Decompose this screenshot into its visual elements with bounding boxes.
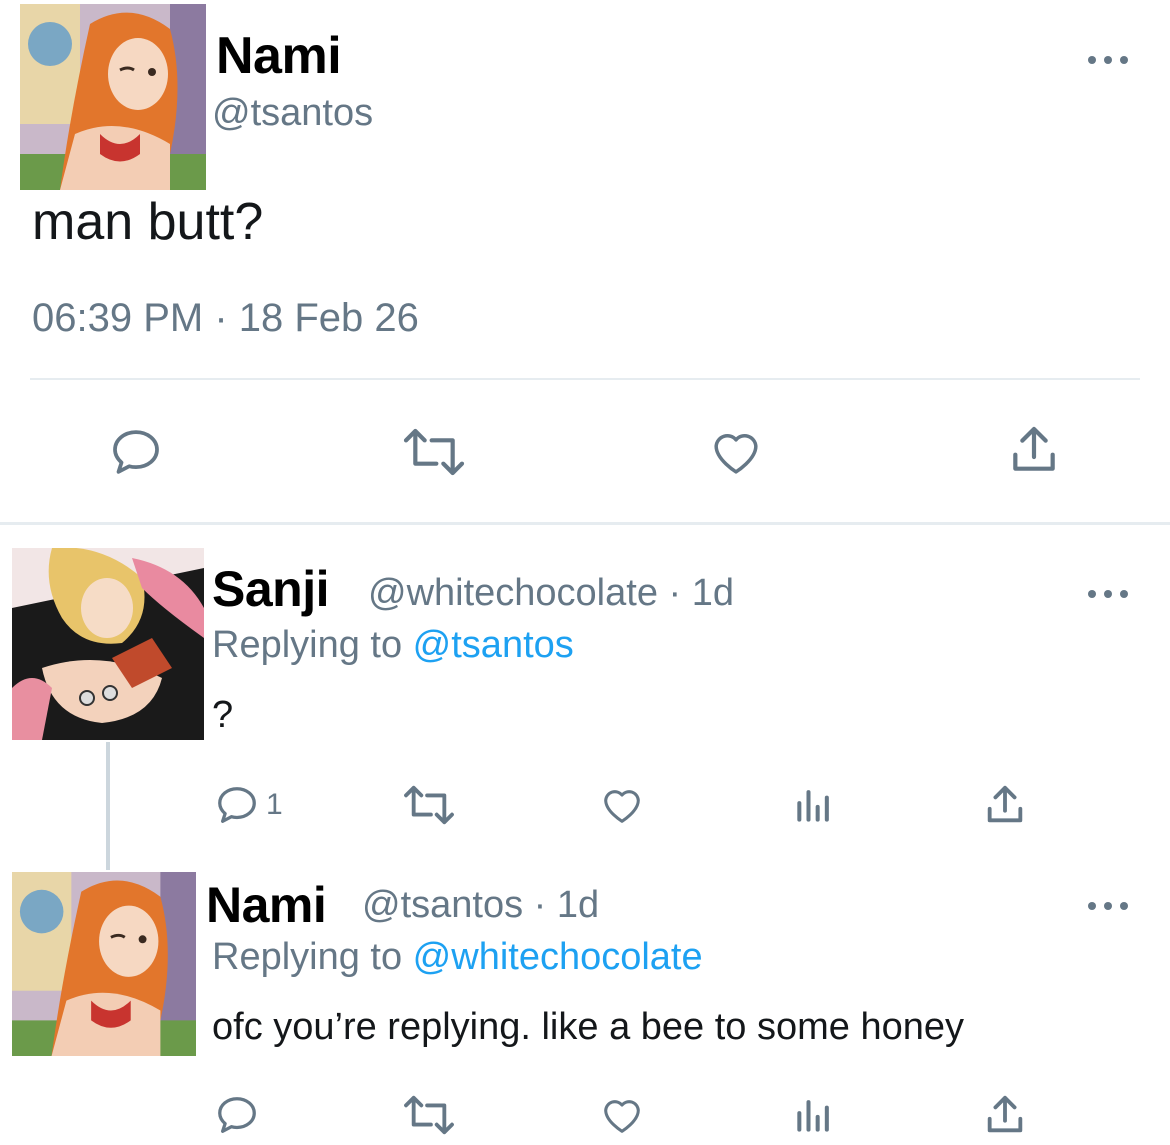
reply-handle[interactable]: @tsantos · 1d — [362, 884, 599, 927]
thread-line — [106, 742, 110, 870]
more-options-icon[interactable] — [1088, 900, 1128, 912]
main-tweet-name[interactable]: Nami — [216, 26, 342, 86]
nami-avatar-image — [20, 4, 206, 190]
replying-to: Replying to @whitechocolate — [212, 936, 703, 979]
main-avatar[interactable] — [20, 4, 206, 190]
mention-link[interactable]: @tsantos — [413, 624, 574, 666]
share-icon[interactable] — [982, 1092, 1028, 1138]
sanji-avatar-image — [12, 548, 204, 740]
like-icon[interactable] — [597, 782, 647, 828]
more-options-icon[interactable] — [1088, 588, 1128, 600]
retweet-icon[interactable] — [400, 782, 458, 828]
reply-icon[interactable]: 1 — [214, 782, 283, 828]
replying-to-label: Replying to — [212, 936, 413, 978]
retweet-icon[interactable] — [400, 1092, 458, 1138]
reply-text: ofc you’re replying. like a bee to some … — [212, 1006, 964, 1048]
reply-count: 1 — [266, 788, 283, 821]
section-divider — [0, 522, 1170, 525]
replying-to: Replying to @tsantos — [212, 624, 574, 667]
share-icon[interactable] — [982, 782, 1028, 828]
main-tweet-text: man butt? — [32, 193, 264, 251]
retweet-icon[interactable] — [400, 424, 468, 480]
reply-icon[interactable] — [108, 424, 164, 480]
main-tweet-handle[interactable]: @tsantos — [212, 92, 373, 135]
more-options-icon[interactable] — [1088, 54, 1128, 66]
nami-avatar-image — [12, 872, 196, 1056]
reply-text: ? — [212, 694, 234, 736]
reply-avatar[interactable] — [12, 872, 196, 1056]
main-tweet-timestamp[interactable]: 06:39 PM · 18 Feb 26 — [32, 296, 419, 341]
like-icon[interactable] — [706, 424, 766, 480]
reply-handle[interactable]: @whitechocolate · 1d — [368, 572, 734, 615]
replying-to-label: Replying to — [212, 624, 413, 666]
reply-name[interactable]: Sanji — [212, 560, 329, 618]
analytics-icon[interactable] — [792, 1092, 836, 1138]
divider — [30, 378, 1140, 380]
reply-name[interactable]: Nami — [206, 876, 327, 934]
reply-avatar[interactable] — [12, 548, 204, 740]
like-icon[interactable] — [597, 1092, 647, 1138]
reply-icon[interactable] — [214, 1092, 260, 1138]
mention-link[interactable]: @whitechocolate — [413, 936, 703, 978]
share-icon[interactable] — [1006, 422, 1062, 478]
analytics-icon[interactable] — [792, 782, 836, 828]
